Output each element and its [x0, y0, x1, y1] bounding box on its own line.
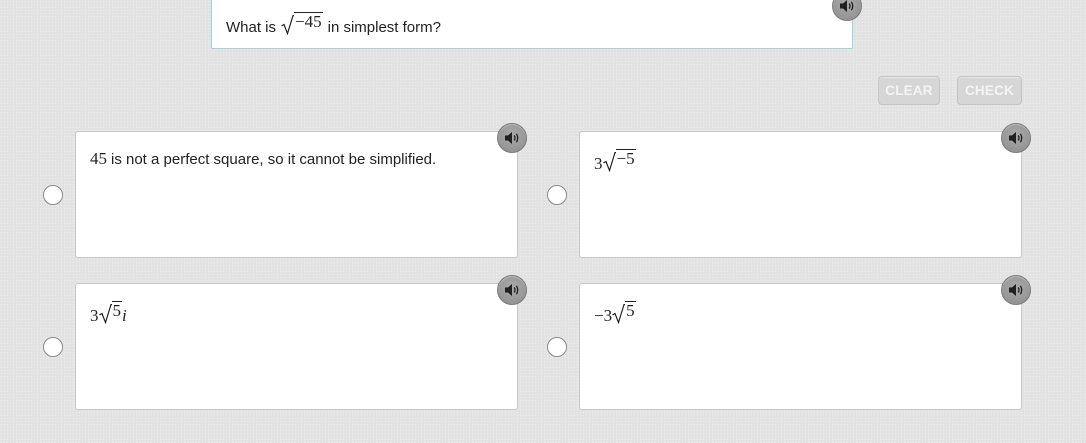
option-d-math: −3 5: [594, 301, 636, 326]
option-c-coefficient: 3: [90, 306, 99, 325]
option-b-radio[interactable]: [547, 185, 567, 205]
check-button[interactable]: CHECK: [957, 76, 1022, 105]
option-a-text: is not a perfect square, so it cannot be…: [111, 151, 437, 168]
option-b-coefficient: 3: [594, 154, 603, 173]
question-math: −45: [281, 12, 323, 35]
option-b-content: 3 −5: [594, 149, 636, 174]
option-c-content: 3 5 i: [90, 301, 127, 326]
clear-button[interactable]: CLEAR: [878, 76, 940, 105]
option-d-radicand: 5: [625, 301, 636, 320]
option-a-card[interactable]: 45 is not a perfect square, so it cannot…: [75, 131, 518, 258]
option-a-speaker-icon[interactable]: [497, 123, 527, 153]
option-b-card[interactable]: 3 −5: [579, 131, 1022, 258]
radical-sign-icon: [602, 152, 616, 172]
option-c-speaker-icon[interactable]: [497, 275, 527, 305]
question-suffix: in simplest form?: [327, 19, 441, 36]
option-b-sqrt: −5: [602, 149, 636, 172]
option-d-content: −3 5: [594, 301, 636, 326]
option-b-speaker-icon[interactable]: [1001, 123, 1031, 153]
radical-sign-icon: [98, 304, 112, 324]
sqrt-expression: −45: [281, 12, 323, 35]
option-d-speaker-icon[interactable]: [1001, 275, 1031, 305]
option-b-radicand: −5: [615, 149, 636, 168]
option-d-radio[interactable]: [547, 337, 567, 357]
option-b-math: 3 −5: [594, 149, 636, 174]
radical-sign-icon: [281, 15, 295, 35]
option-c-radicand: 5: [111, 301, 122, 320]
option-c-math: 3 5 i: [90, 301, 127, 326]
option-c-suffix: i: [122, 306, 127, 325]
question-box: What is −45 in simplest form?: [211, 0, 853, 49]
option-c-radio[interactable]: [43, 337, 63, 357]
option-a-number: 45: [90, 149, 107, 168]
option-a-content: 45 is not a perfect square, so it cannot…: [90, 149, 436, 169]
radical-sign-icon: [612, 304, 626, 324]
question-radicand: −45: [294, 12, 323, 31]
option-d-coefficient: −3: [594, 306, 613, 325]
question-text: What is −45 in simplest form?: [226, 12, 441, 36]
question-prefix: What is: [226, 19, 277, 36]
option-c-sqrt: 5: [98, 301, 122, 324]
option-c-card[interactable]: 3 5 i: [75, 283, 518, 410]
option-d-sqrt: 5: [612, 301, 636, 324]
option-d-card[interactable]: −3 5: [579, 283, 1022, 410]
option-a-radio[interactable]: [43, 185, 63, 205]
